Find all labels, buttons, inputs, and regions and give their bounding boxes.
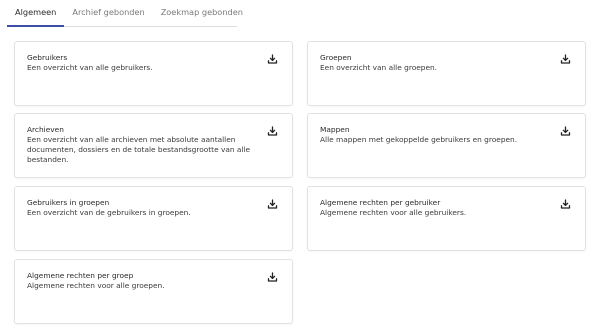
download-icon[interactable] [560, 54, 571, 65]
download-icon[interactable] [267, 126, 278, 137]
report-card-gebruikers-in-groepen[interactable]: Gebruikers in groepen Een overzicht van … [14, 186, 293, 251]
download-icon[interactable] [560, 199, 571, 210]
report-card-gebruikers[interactable]: Gebruikers Een overzicht van alle gebrui… [14, 41, 293, 106]
card-description: Een overzicht van alle archieven met abs… [27, 135, 251, 164]
report-card-algemene-rechten-per-gebruiker[interactable]: Algemene rechten per gebruiker Algemene … [307, 186, 586, 251]
card-title: Groepen [320, 53, 352, 62]
tab-algemeen[interactable]: Algemeen [7, 0, 65, 27]
report-card-mappen[interactable]: Mappen Alle mappen met gekoppelde gebrui… [307, 113, 586, 178]
download-icon[interactable] [267, 54, 278, 65]
download-icon[interactable] [267, 199, 278, 210]
report-tabs: Algemeen Archief gebonden Zoekmap gebond… [7, 0, 243, 27]
download-icon[interactable] [560, 126, 571, 137]
tab-zoekmap-gebonden[interactable]: Zoekmap gebonden [153, 0, 251, 26]
report-card-algemene-rechten-per-groep[interactable]: Algemene rechten per groep Algemene rech… [14, 259, 293, 324]
card-description: Een overzicht van alle groepen. [320, 63, 438, 72]
card-title: Archieven [27, 125, 64, 134]
card-description: Algemene rechten voor alle groepen. [27, 281, 165, 290]
card-title: Gebruikers [27, 53, 68, 62]
card-description: Algemene rechten voor alle gebruikers. [320, 208, 467, 217]
card-title: Algemene rechten per groep [27, 271, 134, 280]
card-title: Gebruikers in groepen [27, 198, 110, 207]
card-description: Een overzicht van alle gebruikers. [27, 63, 153, 72]
report-card-archieven[interactable]: Archieven Een overzicht van alle archiev… [14, 113, 293, 178]
report-card-groepen[interactable]: Groepen Een overzicht van alle groepen. [307, 41, 586, 106]
card-description: Alle mappen met gekoppelde gebruikers en… [320, 135, 518, 144]
card-title: Algemene rechten per gebruiker [320, 198, 441, 207]
download-icon[interactable] [267, 272, 278, 283]
card-description: Een overzicht van de gebruikers in groep… [27, 208, 191, 217]
card-title: Mappen [320, 125, 350, 134]
tab-archief-gebonden[interactable]: Archief gebonden [64, 0, 152, 26]
